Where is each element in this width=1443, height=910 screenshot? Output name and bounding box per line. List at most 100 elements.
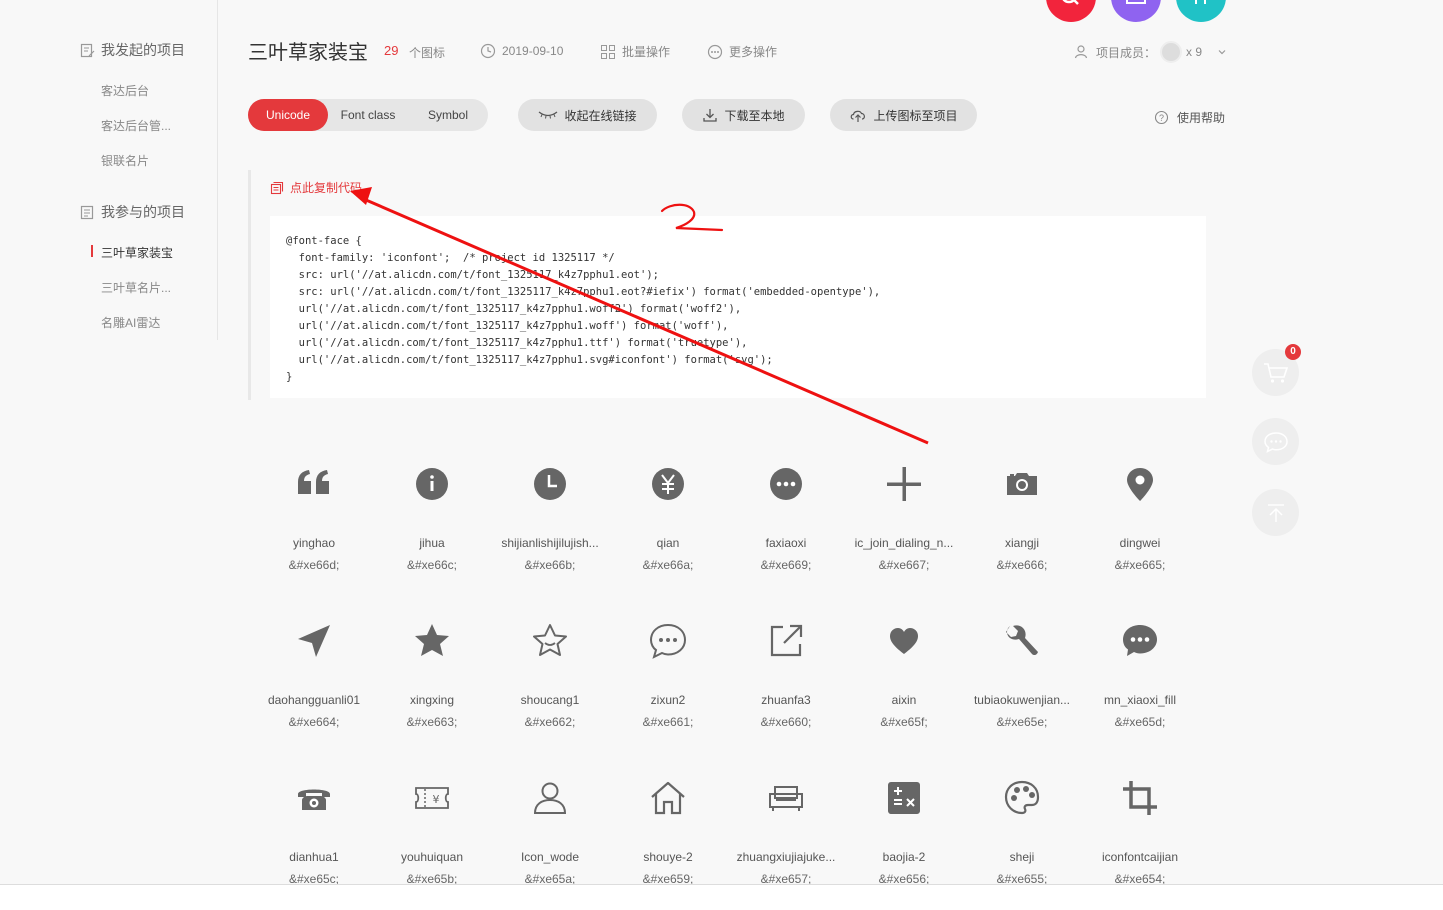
icon-card-ic-join-dialing[interactable]: ic_join_dialing_n... &#xe667; [845, 462, 963, 572]
icon-card-zhuangxiu[interactable]: zhuangxiujiajuke... &#xe657; [727, 776, 845, 886]
download-icon [703, 109, 718, 122]
sidebar-item-sanyecao-card[interactable]: 三叶草名片... [101, 279, 171, 296]
icon-name: xingxing [409, 693, 455, 707]
share-icon [770, 624, 803, 657]
tab-symbol[interactable]: Symbol [408, 99, 488, 131]
download-button[interactable]: 下载至本地 [682, 99, 805, 131]
upload-circle-button[interactable] [1111, 0, 1161, 22]
code-line: url('//at.alicdn.com/t/font_1325117_k4z7… [286, 320, 729, 332]
icon-card-dingwei[interactable]: dingwei &#xe665; [1081, 462, 1199, 572]
icon-card-dianhua[interactable]: dianhua1 &#xe65c; [255, 776, 373, 886]
sort-arrows-icon [1195, 0, 1206, 4]
copy-code-label: 点此复制代码 [290, 181, 363, 195]
icon-card-xingxing[interactable]: xingxing &#xe663; [373, 619, 491, 729]
back-to-top-button[interactable] [1252, 489, 1299, 536]
upload-button[interactable]: 上传图标至项目 [830, 99, 977, 131]
icon-card-xiangji[interactable]: xiangji &#xe666; [963, 462, 1081, 572]
icon-count-label: 个图标 [409, 46, 446, 60]
icon-card-zixun[interactable]: zixun2 &#xe661; [609, 619, 727, 729]
sidebar: 我发起的项目 客达后台 客达后台管... 银联名片 我参与的项目 三叶草家装宝 … [0, 0, 218, 340]
icon-name: zixun2 [650, 693, 686, 707]
icon-card-sheji[interactable]: sheji &#xe655; [963, 776, 1081, 886]
copy-code-link[interactable]: 点此复制代码 [270, 179, 362, 196]
sidebar-item-keda-admin[interactable]: 客达后台管... [101, 117, 171, 134]
icon-name: yinghao [292, 536, 336, 550]
star-filled-icon [415, 624, 449, 656]
icon-card-icon-wode[interactable]: Icon_wode &#xe65a; [491, 776, 609, 886]
members-count: x 9 [1186, 45, 1203, 59]
sidebar-item-unionpay-card[interactable]: 银联名片 [101, 152, 149, 169]
sidebar-item-keda-backend[interactable]: 客达后台 [101, 82, 149, 99]
icon-code: &#xe66b; [524, 558, 576, 572]
chevron-down-icon [1218, 50, 1226, 55]
icon-code: &#xe660; [760, 715, 812, 729]
date-info: 2019-09-10 [480, 43, 563, 59]
icon-card-mn-xiaoxi[interactable]: mn_xiaoxi_fill &#xe65d; [1081, 619, 1199, 729]
icon-card-yinghao[interactable]: yinghao &#xe66d; [255, 462, 373, 572]
tab-unicode[interactable]: Unicode [248, 99, 328, 131]
calculator-icon [888, 782, 920, 814]
page-title: 三叶草家装宝 [248, 42, 368, 64]
icon-code: &#xe66a; [642, 558, 694, 572]
icon-card-youhuiquan[interactable]: ¥ youhuiquan &#xe65b; [373, 776, 491, 886]
icon-name: qian [656, 536, 680, 550]
more-ops-button[interactable]: 更多操作 [707, 43, 777, 60]
sidebar-item-mingdiao-radar[interactable]: 名雕AI雷达 [101, 314, 160, 331]
search-icon [1062, 0, 1079, 5]
cloud-upload-icon [851, 110, 866, 122]
icon-name: ic_join_dialing_n... [854, 536, 954, 550]
icon-card-caijian[interactable]: iconfontcaijian &#xe654; [1081, 776, 1199, 886]
icon-card-shijian[interactable]: shijianlishijilujish... &#xe66b; [491, 462, 609, 572]
icon-name: jihua [419, 536, 445, 550]
sidebar-item-sanyecao-home[interactable]: 三叶草家装宝 [101, 244, 173, 261]
page: 我发起的项目 客达后台 客达后台管... 银联名片 我参与的项目 三叶草家装宝 … [0, 0, 1443, 910]
copy-doc-icon [270, 181, 284, 194]
icon-card-faxiaoxi[interactable]: faxiaoxi &#xe669; [727, 462, 845, 572]
icon-code: &#xe65d; [1114, 715, 1166, 729]
icon-card-qian[interactable]: qian &#xe66a; [609, 462, 727, 572]
icon-name: daohangguanli01 [267, 693, 361, 707]
palette-icon [1004, 780, 1040, 815]
icon-card-shouye[interactable]: shouye-2 &#xe659; [609, 776, 727, 886]
sidebar-group-my-projects[interactable]: 我发起的项目 [80, 40, 185, 60]
icon-card-daohangguanli[interactable]: daohangguanli01 &#xe664; [255, 619, 373, 729]
joined-doc-icon [80, 205, 94, 219]
icon-card-aixin[interactable]: aixin &#xe65f; [845, 619, 963, 729]
help-label: 使用帮助 [1177, 111, 1226, 125]
search-button[interactable] [1046, 0, 1096, 22]
project-members[interactable]: 项目成员： x 9 [1074, 41, 1228, 63]
sidebar-group-label: 我参与的项目 [101, 204, 185, 220]
sidebar-group-joined-projects[interactable]: 我参与的项目 [80, 202, 185, 222]
code-line: url('//at.alicdn.com/t/font_1325117_k4z7… [286, 337, 748, 349]
icon-card-tubiaoku[interactable]: tubiaokuwenjian... &#xe65e; [963, 619, 1081, 729]
icon-count: 29 [384, 43, 399, 58]
help-link[interactable]: ? 使用帮助 [1154, 109, 1225, 126]
icon-card-zhuanfa[interactable]: zhuanfa3 &#xe660; [727, 619, 845, 729]
edit-doc-icon [80, 43, 95, 57]
tab-font-class[interactable]: Font class [328, 99, 408, 131]
chat-icon [1263, 431, 1288, 453]
sort-circle-button[interactable] [1176, 0, 1226, 22]
chat-button[interactable] [1252, 418, 1299, 465]
icon-code: &#xe662; [524, 715, 576, 729]
location-pin-icon [1127, 468, 1153, 501]
coupon-icon: ¥ [415, 787, 449, 809]
icon-card-shoucang[interactable]: shoucang1 &#xe662; [491, 619, 609, 729]
icon-name: xiangji [1004, 536, 1040, 550]
icon-name: tubiaokuwenjian... [973, 693, 1071, 707]
arrow-up-icon [1267, 503, 1284, 522]
collapse-link-button[interactable]: 收起在线链接 [518, 99, 657, 131]
icon-card-jihua[interactable]: jihua &#xe66c; [373, 462, 491, 572]
download-label: 下载至本地 [724, 108, 785, 123]
icon-code: &#xe66d; [288, 558, 340, 572]
more-ops-label: 更多操作 [729, 45, 778, 59]
avatar [1160, 41, 1183, 63]
clock-icon [534, 468, 566, 500]
date-text: 2019-09-10 [502, 44, 564, 58]
batch-ops-button[interactable]: 批量操作 [600, 43, 670, 60]
icon-code: &#xe669; [760, 558, 812, 572]
cart-icon [1263, 362, 1288, 383]
crop-icon [1123, 781, 1157, 815]
active-indicator [91, 245, 93, 257]
icon-card-baojia[interactable]: baojia-2 &#xe656; [845, 776, 963, 886]
